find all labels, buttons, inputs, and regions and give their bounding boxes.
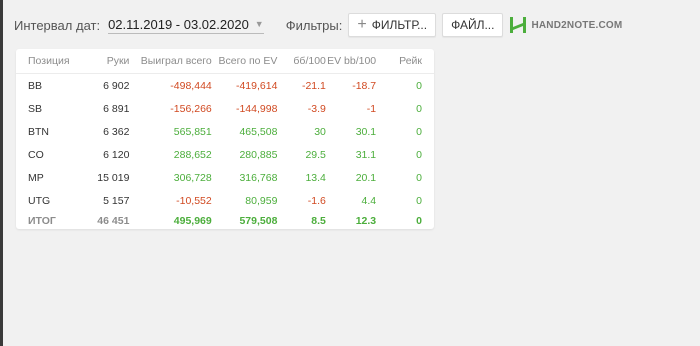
cell-bb100: 30 — [314, 125, 326, 138]
cell-won-total: -498,444 — [170, 79, 212, 92]
column-header-ev-total[interactable]: Всего по EV — [211, 49, 278, 74]
cell-hands: 6 120 — [103, 148, 130, 161]
table-row[interactable]: SB 6 891 -156,266 -144,998 -3.9 -1 0 — [16, 97, 434, 120]
cell-ev-bb100: 4.4 — [361, 194, 377, 207]
cell-won-total: -156,266 — [170, 102, 212, 115]
cell-position: CO — [28, 148, 44, 161]
cell-position: BB — [28, 79, 43, 92]
cell-bb100: 13.4 — [305, 171, 326, 184]
window-edge — [0, 0, 3, 346]
table-row[interactable]: CO 6 120 288,652 280,885 29.5 31.1 0 — [16, 143, 434, 166]
cell-won-total: 306,728 — [173, 171, 212, 184]
column-header-hands[interactable]: Руки — [81, 49, 132, 74]
cell-hands: 5 157 — [103, 194, 130, 207]
cell-won-total: 565,851 — [173, 125, 212, 138]
cell-position: SB — [28, 102, 43, 115]
table-row[interactable]: MP 15 019 306,728 316,768 13.4 20.1 0 — [16, 166, 434, 189]
cell-ev-total: -419,614 — [235, 79, 278, 92]
column-header-bb100[interactable]: бб/100 — [277, 49, 326, 74]
position-stats-card: Позиция Руки Выиграл всего Всего по EV б… — [16, 49, 434, 229]
cell-position: UTG — [28, 194, 51, 207]
table-row[interactable]: UTG 5 157 -10,552 80,959 -1.6 4.4 0 — [16, 189, 434, 212]
cell-ev-bb100: 30.1 — [355, 125, 377, 138]
cell-hands: 6 902 — [103, 79, 130, 92]
cell-won-total: 288,652 — [173, 148, 212, 161]
filter-button-label: ФИЛЬТР... — [371, 18, 428, 32]
cell-total-label: ИТОГ — [28, 215, 56, 227]
cell-ev-total: 465,508 — [239, 125, 278, 138]
column-header-won-total[interactable]: Выиграл всего — [131, 49, 212, 74]
cell-ev-total: 316,768 — [239, 171, 278, 184]
date-range-value: 02.11.2019 - 03.02.2020 — [108, 16, 249, 32]
column-header-ev-bb100[interactable]: EV bb/100 — [325, 49, 377, 74]
logo: HAND2NOTE.COM — [509, 16, 622, 34]
plus-icon: + — [357, 16, 367, 33]
cell-hands: 6 891 — [103, 102, 130, 115]
cell-bb100: 29.5 — [305, 148, 326, 161]
cell-ev-bb100: 20.1 — [355, 171, 377, 184]
cell-rake: 0 — [416, 102, 422, 115]
hand2note-logo-icon — [510, 17, 527, 33]
cell-total-ev: 579,508 — [239, 215, 278, 227]
date-range-select[interactable]: 02.11.2019 - 03.02.2020 ▼ — [108, 17, 264, 34]
chevron-down-icon: ▼ — [254, 19, 264, 29]
table-row[interactable]: BB 6 902 -498,444 -419,614 -21.1 -18.7 0 — [16, 74, 434, 98]
cell-ev-total: -144,998 — [235, 102, 278, 115]
cell-ev-bb100: 31.1 — [355, 148, 377, 161]
column-header-position[interactable]: Позиция — [16, 49, 82, 74]
cell-total-ev-bb100: 12.3 — [355, 215, 377, 227]
table-row[interactable]: BTN 6 362 565,851 465,508 30 30.1 0 — [16, 120, 434, 143]
cell-rake: 0 — [416, 171, 422, 184]
cell-rake: 0 — [416, 148, 422, 161]
cell-position: BTN — [28, 125, 49, 138]
cell-position: MP — [28, 171, 44, 184]
files-button-label: ФАЙЛ... — [451, 18, 495, 32]
cell-rake: 0 — [416, 125, 422, 138]
cell-won-total: -10,552 — [176, 194, 212, 207]
cell-bb100: -21.1 — [301, 79, 326, 92]
cell-ev-total: 80,959 — [245, 194, 278, 207]
filter-button[interactable]: + ФИЛЬТР... — [348, 13, 437, 37]
cell-ev-total: 280,885 — [239, 148, 278, 161]
cell-hands: 15 019 — [97, 171, 130, 184]
cell-bb100: -3.9 — [307, 102, 326, 115]
filters-label: Фильтры: — [285, 17, 343, 33]
interval-label: Интервал дат: — [14, 17, 101, 33]
cell-total-hands: 46 451 — [97, 215, 130, 227]
cell-bb100: -1.6 — [307, 194, 326, 207]
files-button[interactable]: ФАЙЛ... — [442, 13, 504, 37]
cell-rake: 0 — [416, 79, 422, 92]
cell-total-bb100: 8.5 — [311, 215, 326, 227]
cell-ev-bb100: -1 — [366, 102, 377, 115]
cell-rake: 0 — [416, 194, 422, 207]
toolbar: Интервал дат: 02.11.2019 - 03.02.2020 ▼ … — [14, 12, 622, 38]
cell-total-rake: 0 — [416, 215, 422, 227]
cell-ev-bb100: -18.7 — [352, 79, 377, 92]
table-total-row: ИТОГ 46 451 495,969 579,508 8.5 12.3 0 — [16, 212, 434, 230]
table-header-row: Позиция Руки Выиграл всего Всего по EV б… — [16, 49, 434, 74]
position-stats-table: Позиция Руки Выиграл всего Всего по EV б… — [16, 49, 434, 230]
cell-total-won: 495,969 — [173, 215, 212, 227]
cell-hands: 6 362 — [103, 125, 130, 138]
column-header-rake[interactable]: Рейк — [376, 49, 434, 74]
logo-text: HAND2NOTE.COM — [531, 19, 623, 31]
